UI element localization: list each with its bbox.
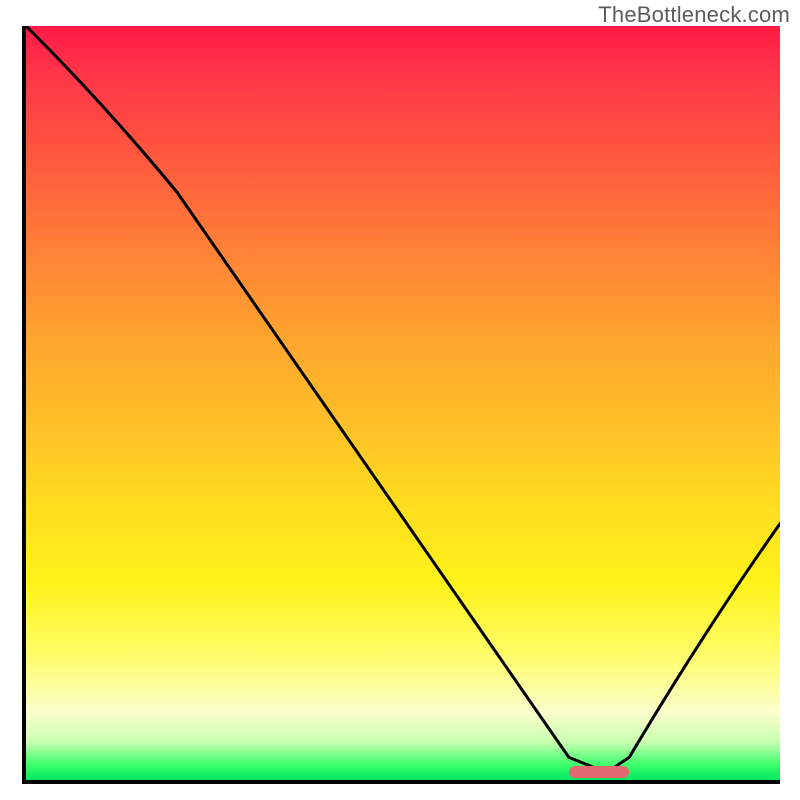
chart-container: TheBottleneck.com <box>0 0 800 800</box>
plot-area <box>22 26 780 784</box>
bottleneck-curve-path <box>26 26 780 772</box>
optimal-range-marker <box>569 766 629 778</box>
watermark-text: TheBottleneck.com <box>598 2 790 28</box>
bottleneck-curve-svg <box>26 26 780 780</box>
